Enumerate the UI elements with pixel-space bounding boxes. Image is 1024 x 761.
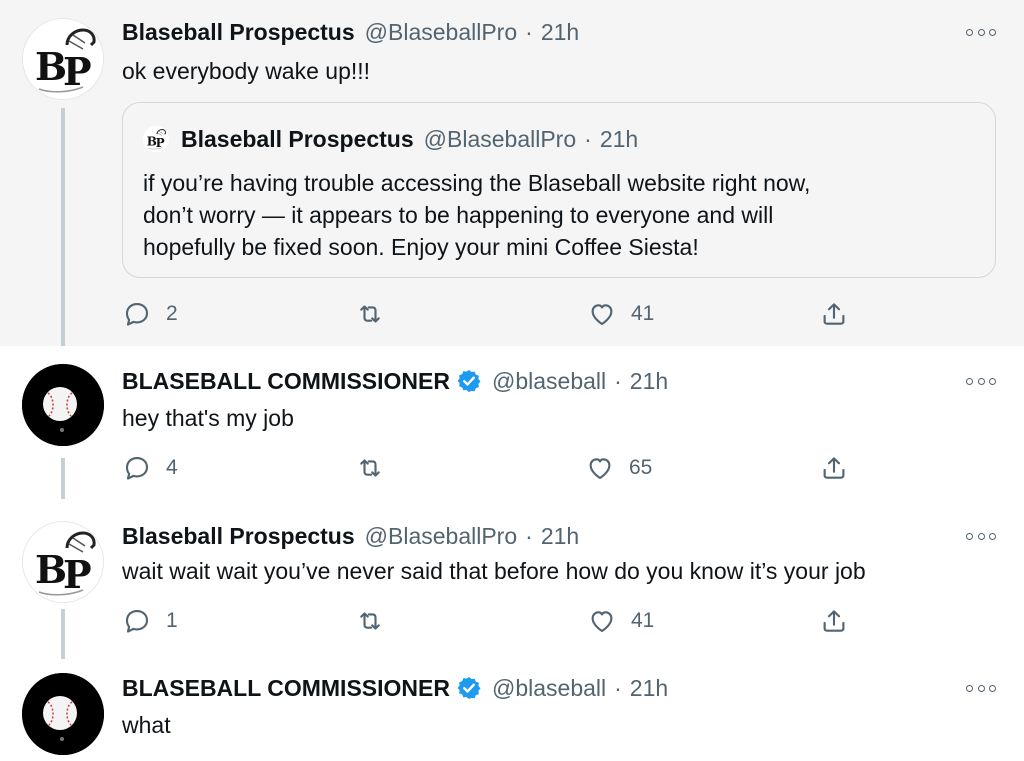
- reply-button[interactable]: 4: [122, 452, 178, 484]
- separator-dot: ·: [614, 674, 622, 701]
- tweet-3[interactable]: Blaseball Prospectus @BlaseballPro · 21h…: [0, 499, 1024, 659]
- tweet-text: ok everybody wake up!!!: [122, 58, 371, 84]
- like-button[interactable]: 41: [587, 298, 654, 330]
- share-button[interactable]: [819, 452, 849, 484]
- thread-line: [61, 108, 65, 346]
- retweet-icon: [355, 606, 385, 636]
- quoted-author-handle: @BlaseballPro: [423, 125, 577, 152]
- author-name[interactable]: BLASEBALL COMMISSIONER: [122, 675, 450, 702]
- avatar[interactable]: [22, 364, 104, 446]
- author-name[interactable]: BLASEBALL COMMISSIONER: [122, 368, 450, 395]
- tweet-header: BLASEBALL COMMISSIONER @blaseball · 21h: [122, 366, 668, 396]
- timestamp[interactable]: 21h: [541, 19, 579, 46]
- retweet-icon: [355, 453, 385, 483]
- reply-icon: [122, 299, 152, 329]
- retweet-button[interactable]: [355, 452, 385, 484]
- quoted-timestamp: 21h: [599, 125, 639, 152]
- author-handle[interactable]: @BlaseballPro: [365, 19, 517, 46]
- share-icon: [819, 299, 849, 329]
- more-icon[interactable]: [966, 529, 996, 543]
- tweet-header: Blaseball Prospectus @BlaseballPro · 21h: [122, 17, 579, 47]
- more-icon[interactable]: [966, 25, 996, 39]
- separator-dot: ·: [584, 125, 592, 152]
- more-icon[interactable]: [966, 374, 996, 388]
- quoted-tweet[interactable]: Blaseball Prospectus @BlaseballPro · 21h…: [122, 102, 996, 278]
- reply-count: 4: [166, 456, 178, 479]
- thread-line: [61, 609, 65, 659]
- reply-icon: [122, 453, 152, 483]
- quoted-text: if you’re having trouble accessing the B…: [143, 167, 963, 263]
- verified-icon: [456, 368, 482, 394]
- avatar[interactable]: [22, 673, 104, 755]
- reply-button[interactable]: 2: [122, 298, 178, 330]
- tweet-header: Blaseball Prospectus @BlaseballPro · 21h: [122, 521, 579, 551]
- timestamp[interactable]: 21h: [541, 523, 579, 550]
- tweet-text: wait wait wait you’ve never said that be…: [122, 558, 866, 584]
- tweet-header: BLASEBALL COMMISSIONER @blaseball · 21h: [122, 673, 668, 703]
- reply-count: 1: [166, 609, 178, 632]
- reply-icon: [122, 606, 152, 636]
- author-handle[interactable]: @blaseball: [492, 675, 606, 702]
- thread-line: [61, 458, 65, 499]
- like-icon: [587, 606, 617, 636]
- more-icon[interactable]: [966, 681, 996, 695]
- tweet-1[interactable]: Blaseball Prospectus @BlaseballPro · 21h…: [0, 0, 1024, 346]
- like-button[interactable]: 41: [587, 605, 654, 637]
- author-name[interactable]: Blaseball Prospectus: [122, 523, 355, 550]
- avatar[interactable]: [22, 18, 104, 100]
- retweet-icon: [355, 299, 385, 329]
- quoted-text-line: if you’re having trouble accessing the B…: [143, 170, 811, 196]
- quoted-author-name: Blaseball Prospectus: [181, 125, 414, 152]
- action-bar: 4 65: [122, 452, 862, 484]
- like-count: 41: [631, 302, 655, 325]
- quoted-header: Blaseball Prospectus @BlaseballPro · 21h: [143, 123, 638, 155]
- share-button[interactable]: [819, 298, 849, 330]
- tweet-2[interactable]: BLASEBALL COMMISSIONER @blaseball · 21h …: [0, 346, 1024, 499]
- share-button[interactable]: [819, 605, 849, 637]
- reply-count: 2: [166, 302, 178, 325]
- separator-dot: ·: [525, 18, 533, 45]
- tweet-4[interactable]: BLASEBALL COMMISSIONER @blaseball · 21h …: [0, 659, 1024, 761]
- separator-dot: ·: [525, 522, 533, 549]
- separator-dot: ·: [614, 367, 622, 394]
- author-handle[interactable]: @blaseball: [492, 368, 606, 395]
- quoted-text-line: hopefully be fixed soon. Enjoy your mini…: [143, 234, 699, 260]
- quoted-avatar: [143, 126, 169, 152]
- like-count: 65: [629, 456, 653, 479]
- author-handle[interactable]: @BlaseballPro: [365, 523, 517, 550]
- like-count: 41: [631, 609, 655, 632]
- verified-icon: [456, 675, 482, 701]
- avatar[interactable]: [22, 521, 104, 603]
- tweet-text: hey that's my job: [122, 405, 294, 431]
- like-button[interactable]: 65: [585, 452, 652, 484]
- like-icon: [587, 299, 617, 329]
- tweet-text: what: [122, 712, 171, 738]
- share-icon: [819, 453, 849, 483]
- timestamp[interactable]: 21h: [630, 675, 668, 702]
- action-bar: 1 41: [122, 605, 862, 637]
- like-icon: [585, 453, 615, 483]
- author-name[interactable]: Blaseball Prospectus: [122, 19, 355, 46]
- action-bar: 2 41: [122, 298, 862, 330]
- retweet-button[interactable]: [355, 605, 385, 637]
- quoted-text-line: don’t worry — it appears to be happening…: [143, 202, 774, 228]
- retweet-button[interactable]: [355, 298, 385, 330]
- share-icon: [819, 606, 849, 636]
- reply-button[interactable]: 1: [122, 605, 178, 637]
- timestamp[interactable]: 21h: [630, 368, 668, 395]
